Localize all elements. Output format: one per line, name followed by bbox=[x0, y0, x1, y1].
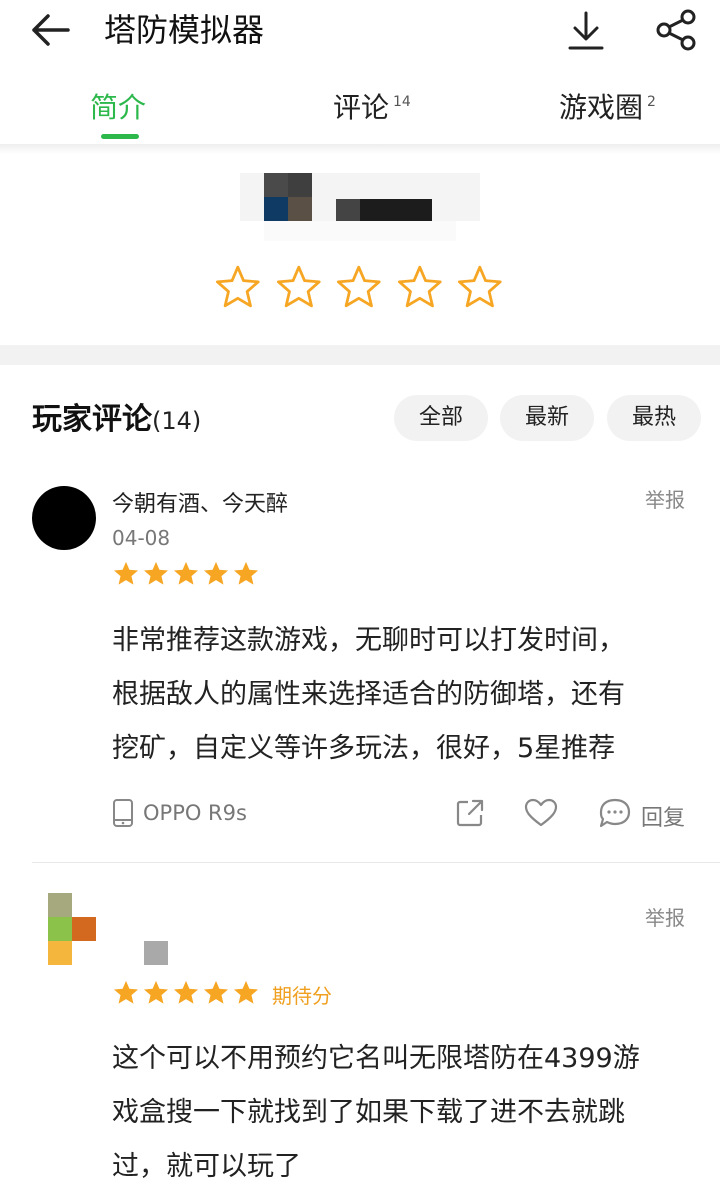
share-out-icon[interactable] bbox=[454, 797, 486, 829]
comment-body-line: 根据敌人的属性来选择适合的防御塔，还有 bbox=[112, 679, 625, 710]
avatar[interactable] bbox=[48, 893, 96, 965]
device-name: OPPO R9s bbox=[143, 801, 247, 825]
report-button[interactable]: 举报 bbox=[645, 484, 685, 513]
comment-rating-stars bbox=[112, 560, 260, 587]
page-title: 塔防模拟器 bbox=[104, 11, 265, 49]
comment-username[interactable]: 今朝有酒、今天醉 bbox=[112, 486, 288, 518]
star-filled-icon bbox=[143, 980, 169, 1004]
header-shadow bbox=[0, 144, 720, 154]
redacted-user-info bbox=[240, 173, 480, 241]
tab-game-circle-label: 游戏圈 bbox=[559, 91, 644, 124]
reply-button[interactable]: 回复 bbox=[641, 800, 685, 832]
comment-body-line: 这个可以不用预约它名叫无限塔防在4399游 bbox=[112, 1043, 640, 1074]
star-filled-icon bbox=[203, 980, 229, 1004]
star-filled-icon bbox=[143, 561, 169, 585]
tab-game-circle[interactable]: 游戏圈 2 bbox=[559, 88, 656, 128]
comment-body-line: 非常推荐这款游戏，无聊时可以打发时间， bbox=[112, 625, 625, 656]
filter-latest-button[interactable]: 最新 bbox=[500, 395, 594, 441]
rating-stars[interactable] bbox=[214, 264, 504, 310]
heart-icon[interactable] bbox=[524, 798, 558, 828]
filter-hottest-button[interactable]: 最热 bbox=[607, 395, 701, 441]
expectation-score-tag: 期待分 bbox=[272, 984, 332, 1008]
download-icon[interactable] bbox=[566, 10, 606, 52]
tab-game-circle-badge: 2 bbox=[647, 94, 656, 110]
comment-date: 04-08 bbox=[112, 526, 171, 550]
comment-body: 非常推荐这款游戏，无聊时可以打发时间， 根据敌人的属性来选择适合的防御塔，还有 … bbox=[112, 614, 692, 776]
report-button[interactable]: 举报 bbox=[645, 902, 685, 931]
comment-body-line: 过，就可以玩了 bbox=[112, 1151, 301, 1182]
star-filled-icon bbox=[173, 561, 199, 585]
tab-intro-label: 简介 bbox=[90, 91, 147, 124]
comment-bubble-icon[interactable] bbox=[598, 797, 632, 829]
comment-divider bbox=[32, 862, 720, 863]
comment-body: 这个可以不用预约它名叫无限塔防在4399游 戏盒搜一下就找到了如果下载了进不去就… bbox=[112, 1032, 692, 1194]
share-icon[interactable] bbox=[654, 8, 698, 52]
star-outline-icon[interactable] bbox=[335, 264, 383, 310]
star-filled-icon bbox=[113, 561, 139, 585]
comment-rating-stars bbox=[112, 979, 260, 1006]
tab-comments-badge: 14 bbox=[393, 94, 411, 110]
redacted-username bbox=[120, 941, 168, 965]
star-filled-icon bbox=[233, 980, 259, 1004]
comments-heading: 玩家评论(14) bbox=[32, 400, 201, 441]
filter-all-button[interactable]: 全部 bbox=[394, 395, 488, 441]
star-outline-icon[interactable] bbox=[275, 264, 323, 310]
section-divider bbox=[0, 345, 720, 365]
tab-comments[interactable]: 评论 14 bbox=[333, 88, 411, 128]
phone-icon bbox=[113, 799, 133, 827]
star-filled-icon bbox=[113, 980, 139, 1004]
comment-body-line: 戏盒搜一下就找到了如果下载了进不去就跳 bbox=[112, 1097, 625, 1128]
tab-active-indicator bbox=[101, 134, 139, 139]
tab-intro[interactable]: 简介 bbox=[90, 88, 146, 128]
star-filled-icon bbox=[233, 561, 259, 585]
avatar[interactable] bbox=[32, 486, 96, 550]
tab-comments-label: 评论 bbox=[333, 91, 390, 124]
star-filled-icon bbox=[173, 980, 199, 1004]
star-filled-icon bbox=[203, 561, 229, 585]
arrow-left-icon[interactable] bbox=[28, 12, 72, 48]
comments-count: (14) bbox=[152, 407, 202, 435]
star-outline-icon[interactable] bbox=[456, 264, 504, 310]
comment-body-line: 挖矿，自定义等许多玩法，很好，5星推荐 bbox=[112, 733, 616, 764]
comments-title: 玩家评论 bbox=[32, 402, 152, 437]
star-outline-icon[interactable] bbox=[396, 264, 444, 310]
star-outline-icon[interactable] bbox=[214, 264, 262, 310]
